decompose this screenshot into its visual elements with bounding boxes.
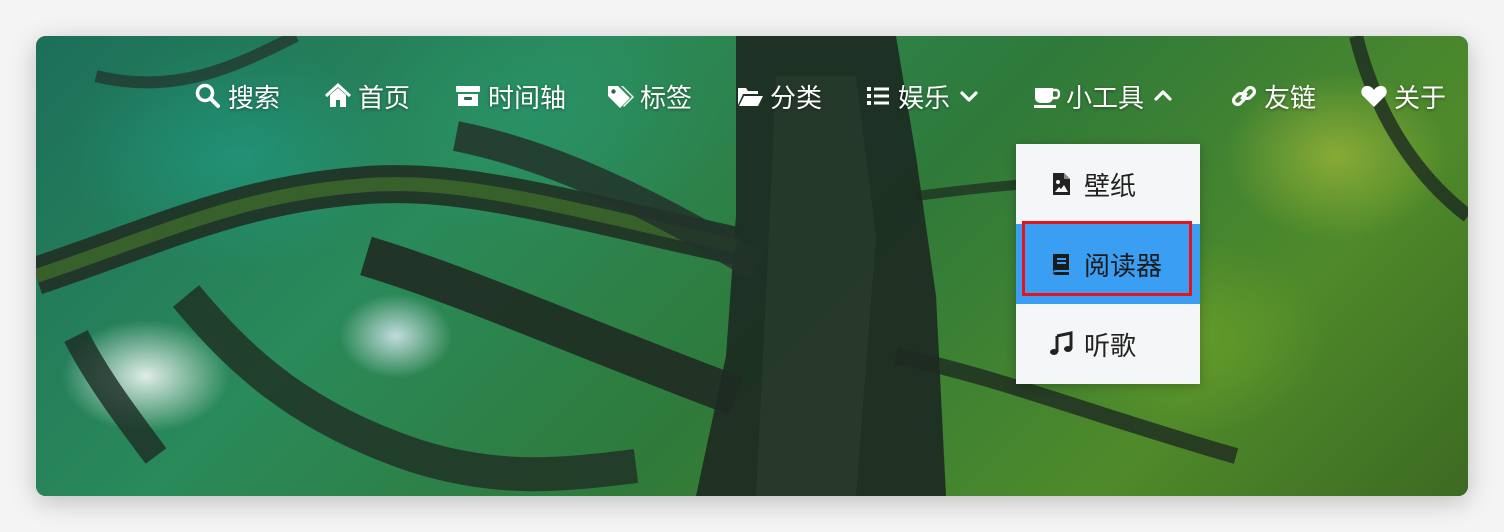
search-icon: [194, 82, 222, 110]
nav-item-label: 分类: [770, 83, 823, 114]
list-icon: [864, 82, 892, 110]
nav-item-label: 关于: [1394, 83, 1447, 114]
book-icon: [1048, 251, 1074, 277]
nav-item-friend-links[interactable]: 友链: [1230, 76, 1316, 116]
nav-item-timeline[interactable]: 时间轴: [454, 76, 566, 116]
dropdown-item-label: 壁纸: [1084, 171, 1137, 202]
dropdown-item-label: 听歌: [1084, 331, 1137, 362]
nav-item-entertainment[interactable]: 娱乐: [864, 76, 980, 116]
dropdown-item-label: 阅读器: [1084, 251, 1163, 282]
archive-icon: [454, 82, 482, 110]
tools-dropdown-menu: 壁纸 阅读器 听歌: [1016, 144, 1200, 384]
music-icon: [1048, 331, 1074, 357]
home-icon: [324, 82, 352, 110]
nav-item-about[interactable]: 关于: [1360, 76, 1446, 116]
coffee-icon: [1032, 82, 1060, 110]
link-icon: [1230, 82, 1258, 110]
nav-item-categories[interactable]: 分类: [736, 76, 822, 116]
dropdown-item-wallpaper[interactable]: 壁纸: [1016, 144, 1200, 224]
nav-item-label: 首页: [358, 83, 411, 114]
nav-item-label: 友链: [1264, 83, 1317, 114]
image-file-icon: [1048, 171, 1074, 197]
page-frame: 搜索 首页 时间轴 标签 分类 娱乐 小工具 友链 关于 壁纸 阅读器 听歌: [36, 36, 1468, 496]
chevron-down-icon: [958, 85, 980, 107]
nav-item-label: 娱乐: [898, 83, 951, 114]
top-navigation-bar: 搜索 首页 时间轴 标签 分类 娱乐 小工具 友链 关于: [36, 36, 1468, 156]
folder-open-icon: [736, 82, 764, 110]
dropdown-item-music[interactable]: 听歌: [1016, 304, 1200, 384]
nav-item-tools[interactable]: 小工具: [1032, 76, 1174, 116]
tags-icon: [606, 82, 634, 110]
heart-icon: [1360, 82, 1388, 110]
chevron-up-icon: [1152, 85, 1174, 107]
nav-item-home[interactable]: 首页: [324, 76, 410, 116]
nav-item-label: 时间轴: [488, 83, 567, 114]
nav-item-label: 标签: [640, 83, 693, 114]
nav-item-tags[interactable]: 标签: [606, 76, 692, 116]
nav-item-label: 搜索: [228, 83, 281, 114]
nav-item-label: 小工具: [1066, 83, 1145, 114]
dropdown-item-reader[interactable]: 阅读器: [1016, 224, 1200, 304]
nav-item-search[interactable]: 搜索: [194, 76, 280, 116]
